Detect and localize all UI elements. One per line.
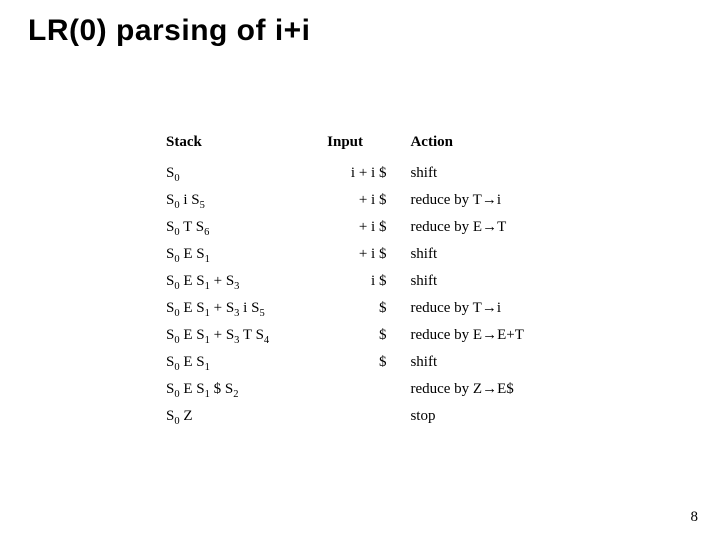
slide-title: LR(0) parsing of i+i xyxy=(28,14,311,48)
cell-stack: S0 xyxy=(160,160,321,188)
cell-stack: S0 T S6 xyxy=(160,214,321,241)
table-row: S0 E S1 $ S2 reduce by Z→E$ xyxy=(160,376,580,403)
cell-stack: S0 i S5 xyxy=(160,187,321,214)
cell-action: shift xyxy=(404,241,580,268)
table-row: S0 E S1$shift xyxy=(160,349,580,376)
arrow-icon: → xyxy=(482,381,497,398)
table-row: S0i + i $shift xyxy=(160,160,580,188)
cell-input: $ xyxy=(321,322,404,349)
cell-stack: S0 Z xyxy=(160,403,321,430)
header-action: Action xyxy=(404,130,580,160)
table-row: S0 E S1+ i $shift xyxy=(160,241,580,268)
cell-stack: S0 E S1 xyxy=(160,241,321,268)
cell-stack: S0 E S1 + S3 xyxy=(160,268,321,295)
arrow-icon: → xyxy=(482,327,497,344)
cell-stack: S0 E S1 + S3 i S5 xyxy=(160,295,321,322)
table-row: S0 E S1 + S3i $shift xyxy=(160,268,580,295)
cell-input: + i $ xyxy=(321,241,404,268)
arrow-icon: → xyxy=(482,300,497,317)
cell-input: i $ xyxy=(321,268,404,295)
table-row: S0 Z stop xyxy=(160,403,580,430)
cell-stack: S0 E S1 + S3 T S4 xyxy=(160,322,321,349)
table: Stack Input Action S0i + i $shiftS0 i S5… xyxy=(160,130,580,430)
cell-action: stop xyxy=(404,403,580,430)
arrow-icon: → xyxy=(482,219,497,236)
page-number: 8 xyxy=(691,509,699,526)
cell-input: + i $ xyxy=(321,187,404,214)
cell-action: shift xyxy=(404,268,580,295)
cell-action: reduce by T→i xyxy=(404,295,580,322)
cell-action: reduce by E→T xyxy=(404,214,580,241)
cell-input xyxy=(321,376,404,403)
cell-action: shift xyxy=(404,160,580,188)
cell-stack: S0 E S1 $ S2 xyxy=(160,376,321,403)
cell-action: reduce by Z→E$ xyxy=(404,376,580,403)
cell-stack: S0 E S1 xyxy=(160,349,321,376)
table-row: S0 T S6+ i $reduce by E→T xyxy=(160,214,580,241)
header-input: Input xyxy=(321,130,404,160)
cell-input: $ xyxy=(321,349,404,376)
cell-input xyxy=(321,403,404,430)
cell-action: shift xyxy=(404,349,580,376)
table-row: S0 E S1 + S3 i S5$reduce by T→i xyxy=(160,295,580,322)
header-stack: Stack xyxy=(160,130,321,160)
table-header-row: Stack Input Action xyxy=(160,130,580,160)
table-row: S0 i S5+ i $reduce by T→i xyxy=(160,187,580,214)
cell-input: $ xyxy=(321,295,404,322)
parse-table: Stack Input Action S0i + i $shiftS0 i S5… xyxy=(160,130,580,430)
cell-action: reduce by E→E+T xyxy=(404,322,580,349)
arrow-icon: → xyxy=(482,192,497,209)
cell-action: reduce by T→i xyxy=(404,187,580,214)
table-row: S0 E S1 + S3 T S4$reduce by E→E+T xyxy=(160,322,580,349)
cell-input: + i $ xyxy=(321,214,404,241)
cell-input: i + i $ xyxy=(321,160,404,188)
